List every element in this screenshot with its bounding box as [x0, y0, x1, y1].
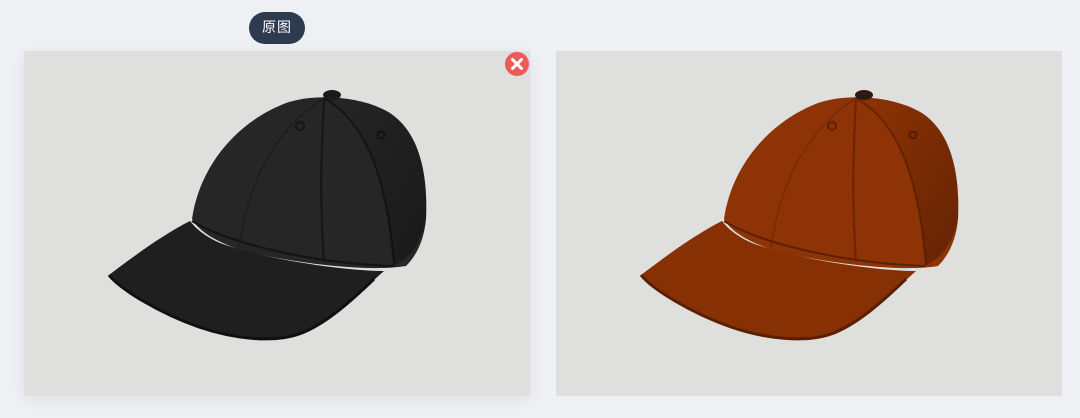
cap-shape	[639, 90, 959, 341]
recolored-cap-image	[639, 90, 959, 341]
remove-image-button[interactable]	[505, 52, 529, 76]
result-image-panel	[556, 51, 1062, 396]
close-icon	[505, 52, 529, 76]
cap-shape	[107, 90, 427, 341]
original-cap-image	[107, 90, 427, 341]
original-image-panel	[24, 51, 530, 396]
original-image-label: 原图	[249, 12, 305, 44]
